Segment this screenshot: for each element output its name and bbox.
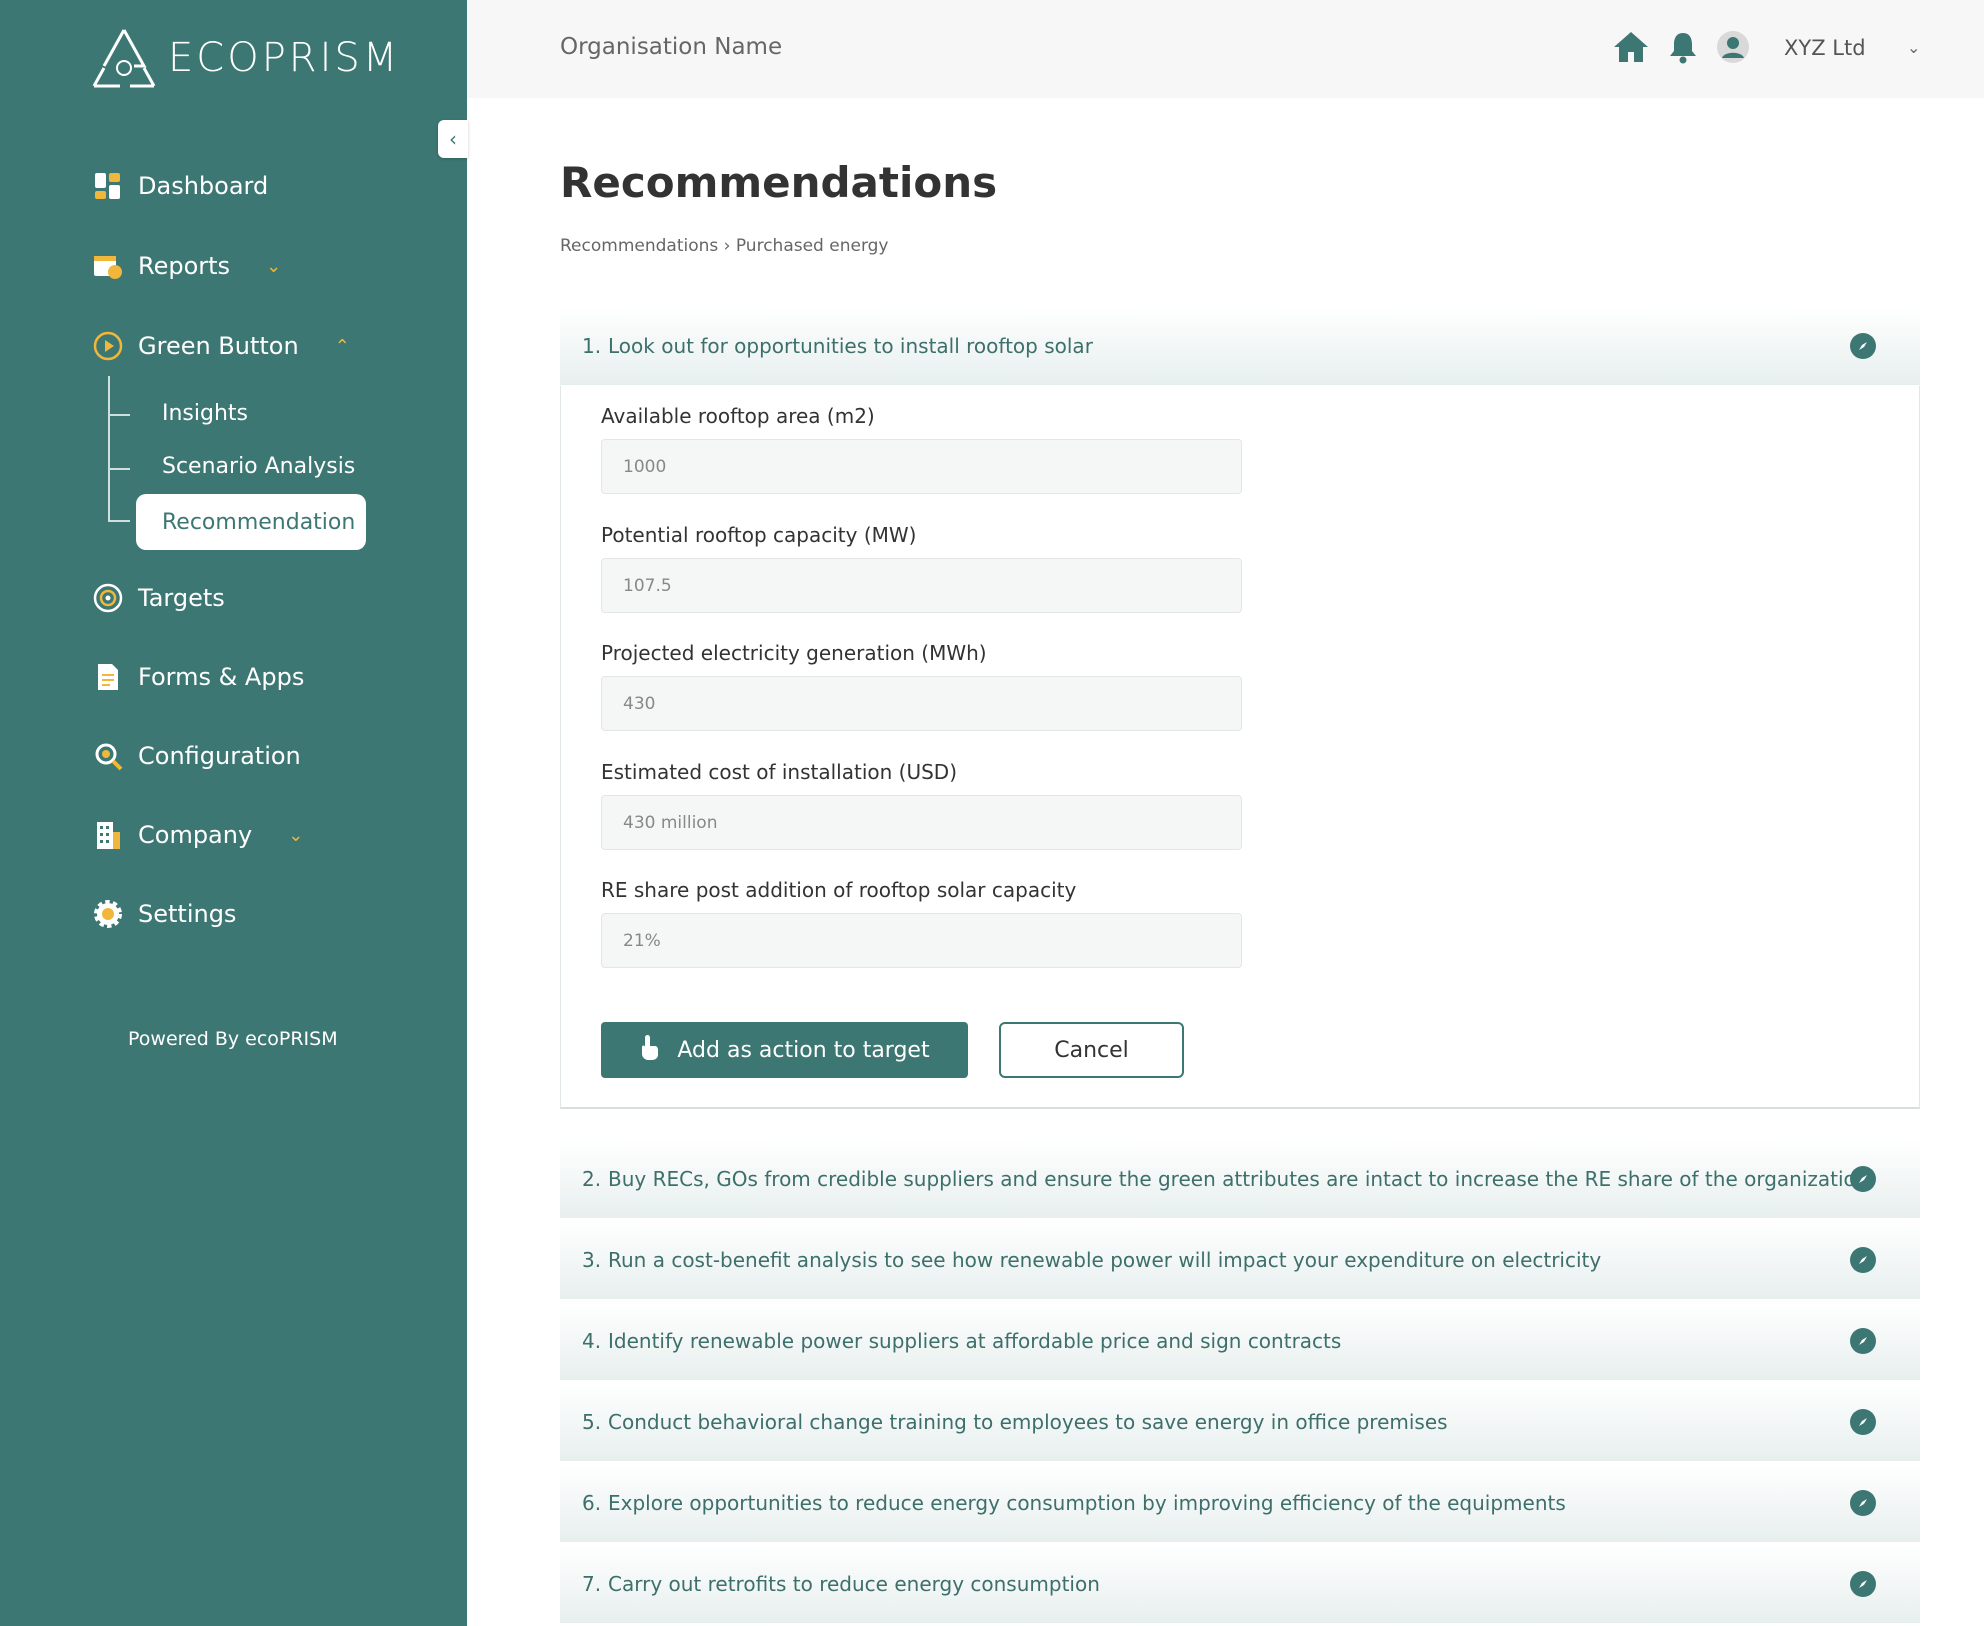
sidebar-subitem-recommendation[interactable]: Recommendation <box>136 494 366 550</box>
recommendation-title: Run a cost-benefit analysis to see how r… <box>608 1248 1602 1272</box>
recommendation-details-panel: Available rooftop area (m2) 1000 Potenti… <box>560 386 1920 1109</box>
configuration-icon <box>92 740 124 772</box>
button-label: Add as action to target <box>677 1037 930 1063</box>
sidebar-item-targets[interactable]: Targets <box>92 582 225 614</box>
sidebar-item-configuration[interactable]: Configuration <box>92 740 301 772</box>
sidebar-item-label: Dashboard <box>138 172 269 200</box>
recommendation-number: 2. <box>582 1167 602 1191</box>
play-circle-icon <box>92 330 124 362</box>
sidebar: ECOPRISM ‹ Dashboard Reports ⌄ Green But… <box>0 0 468 1626</box>
collapse-sidebar-button[interactable]: ‹ <box>438 120 468 158</box>
compass-icon[interactable] <box>1850 1490 1876 1516</box>
sidebar-item-reports[interactable]: Reports ⌄ <box>92 250 281 282</box>
electricity-generation-input[interactable]: 430 <box>601 676 1242 731</box>
building-icon <box>92 819 124 851</box>
re-share-input[interactable]: 21% <box>601 913 1242 968</box>
powered-by-text: Powered By ecoPRISM <box>128 1028 338 1050</box>
compass-icon[interactable] <box>1850 1571 1876 1597</box>
sidebar-item-company[interactable]: Company ⌄ <box>92 819 303 851</box>
recommendation-header-expanded[interactable]: 1. Look out for opportunities to install… <box>560 307 1920 385</box>
breadcrumb-current: Purchased energy <box>735 236 889 256</box>
recommendation-number: 4. <box>582 1329 602 1353</box>
home-icon[interactable] <box>1612 30 1650 68</box>
recommendation-number: 6. <box>582 1491 602 1515</box>
reports-icon <box>92 250 124 282</box>
field-label: Potential rooftop capacity (MW) <box>601 523 917 547</box>
recommendation-item[interactable]: 2. Buy RECs, GOs from credible suppliers… <box>560 1140 1920 1218</box>
recommendation-number: 5. <box>582 1410 602 1434</box>
sidebar-item-settings[interactable]: Settings <box>92 898 236 930</box>
recommendation-title: Identify renewable power suppliers at af… <box>608 1329 1342 1353</box>
sidebar-item-label: Green Button <box>138 332 299 360</box>
company-selector-label[interactable]: XYZ Ltd <box>1784 36 1866 60</box>
field-label: Available rooftop area (m2) <box>601 404 875 428</box>
recommendation-number: 1. <box>582 334 602 358</box>
sidebar-item-forms-apps[interactable]: Forms & Apps <box>92 661 304 693</box>
compass-icon[interactable] <box>1850 1409 1876 1435</box>
submenu-branch <box>108 414 130 416</box>
pointer-hand-icon <box>639 1033 659 1067</box>
add-action-to-target-button[interactable]: Add as action to target <box>601 1022 968 1078</box>
submenu-branch <box>108 468 130 470</box>
recommendation-item[interactable]: 3. Run a cost-benefit analysis to see ho… <box>560 1221 1920 1299</box>
sidebar-item-dashboard[interactable]: Dashboard <box>92 170 268 202</box>
page-title: Recommendations <box>560 158 998 207</box>
chevron-left-icon: ‹ <box>449 127 457 151</box>
sidebar-item-label: Reports <box>138 252 231 280</box>
field-label: Projected electricity generation (MWh) <box>601 641 987 665</box>
sidebar-item-label: Company <box>138 821 253 849</box>
dashboard-icon <box>92 170 124 202</box>
sidebar-item-label: Targets <box>138 584 225 612</box>
header-icons <box>1612 30 1750 68</box>
recommendation-item[interactable]: 7. Carry out retrofits to reduce energy … <box>560 1545 1920 1623</box>
sidebar-subitem-scenario-analysis[interactable]: Scenario Analysis <box>162 454 355 479</box>
breadcrumb: Recommendations › Purchased energy <box>560 236 889 256</box>
recommendation-title: Explore opportunities to reduce energy c… <box>608 1491 1566 1515</box>
chevron-down-icon[interactable]: ⌄ <box>1907 38 1920 57</box>
submenu-tree-line <box>108 376 110 520</box>
rooftop-area-input[interactable]: 1000 <box>601 439 1242 494</box>
sidebar-item-label: Configuration <box>138 742 301 770</box>
recommendation-title: Buy RECs, GOs from credible suppliers an… <box>608 1167 1869 1191</box>
top-bar: Organisation Name XYZ Ltd ⌄ <box>467 0 1984 98</box>
field-label: Estimated cost of installation (USD) <box>601 760 958 784</box>
compass-icon[interactable] <box>1850 1328 1876 1354</box>
sidebar-item-label: Settings <box>138 900 237 928</box>
chevron-down-icon[interactable]: ⌄ <box>266 256 281 277</box>
breadcrumb-separator: › <box>723 236 736 256</box>
breadcrumb-link[interactable]: Recommendations <box>560 236 718 256</box>
form-icon <box>92 661 124 693</box>
recommendation-title: Look out for opportunities to install ro… <box>608 334 1093 358</box>
ecoprism-logo[interactable]: ECOPRISM <box>90 26 400 90</box>
field-label: RE share post addition of rooftop solar … <box>601 878 1077 902</box>
chevron-down-icon[interactable]: ⌄ <box>288 825 303 846</box>
recommendation-title: Conduct behavioral change training to em… <box>608 1410 1448 1434</box>
rooftop-capacity-input[interactable]: 107.5 <box>601 558 1242 613</box>
recommendation-item[interactable]: 5. Conduct behavioral change training to… <box>560 1383 1920 1461</box>
recommendation-number: 3. <box>582 1248 602 1272</box>
recycle-triangle-icon <box>92 29 156 88</box>
gear-icon <box>92 898 124 930</box>
avatar[interactable] <box>1716 30 1750 68</box>
sidebar-item-label: Forms & Apps <box>138 663 305 691</box>
target-icon <box>92 582 124 614</box>
recommendation-item[interactable]: 4. Identify renewable power suppliers at… <box>560 1302 1920 1380</box>
compass-icon[interactable] <box>1850 1166 1876 1192</box>
submenu-branch <box>108 520 130 522</box>
compass-icon[interactable] <box>1850 1247 1876 1273</box>
recommendation-title: Carry out retrofits to reduce energy con… <box>608 1572 1100 1596</box>
sidebar-subitem-insights[interactable]: Insights <box>162 401 248 426</box>
bell-icon[interactable] <box>1668 30 1698 68</box>
logo-text: ECOPRISM <box>168 35 401 81</box>
cancel-button[interactable]: Cancel <box>999 1022 1184 1078</box>
compass-icon[interactable] <box>1850 333 1876 359</box>
recommendation-item[interactable]: 6. Explore opportunities to reduce energ… <box>560 1464 1920 1542</box>
recommendation-number: 7. <box>582 1572 602 1596</box>
installation-cost-input[interactable]: 430 million <box>601 795 1242 850</box>
sidebar-item-green-button[interactable]: Green Button ⌃ <box>92 330 350 362</box>
organisation-name: Organisation Name <box>560 34 783 60</box>
chevron-up-icon[interactable]: ⌃ <box>335 336 350 357</box>
